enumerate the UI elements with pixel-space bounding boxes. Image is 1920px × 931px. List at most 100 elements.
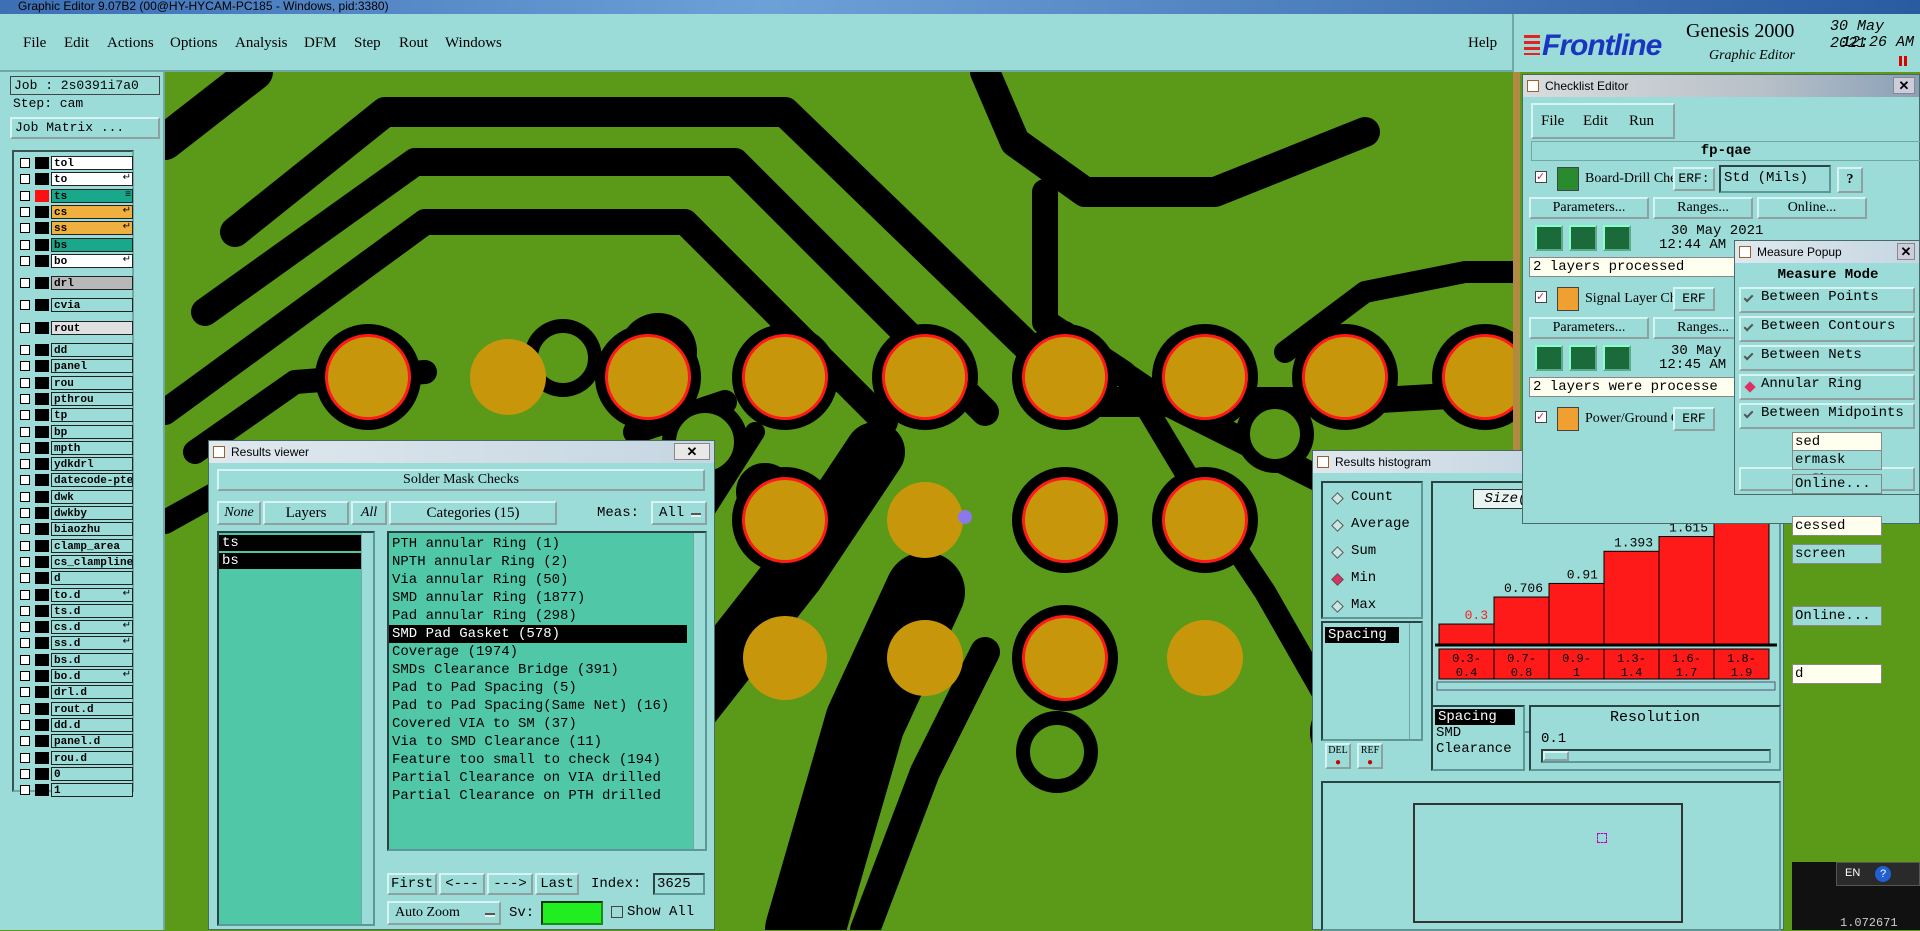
layer-color-swatch[interactable] bbox=[35, 238, 49, 251]
layer-name[interactable]: 0 bbox=[51, 766, 133, 781]
category-item[interactable]: Pad to Pad Spacing (5) bbox=[389, 679, 687, 697]
index-input[interactable]: 3625 bbox=[653, 873, 705, 895]
layer-row[interactable]: panel.d bbox=[16, 734, 134, 749]
layer-color-swatch[interactable] bbox=[35, 507, 49, 519]
layer-row[interactable]: 1 bbox=[16, 783, 134, 798]
item-checkbox[interactable]: ✓ bbox=[1535, 171, 1547, 183]
close-icon[interactable]: ✕ bbox=[674, 443, 710, 460]
layer-checkbox[interactable] bbox=[20, 605, 30, 616]
category-item[interactable]: Coverage (1974) bbox=[389, 643, 687, 661]
spacing-list[interactable]: Spacing bbox=[1321, 621, 1423, 741]
layer-color-swatch[interactable] bbox=[35, 173, 49, 186]
checklist-titlebar[interactable]: Checklist Editor ✕ bbox=[1523, 75, 1919, 97]
layer-checkbox[interactable] bbox=[20, 158, 30, 168]
category-select-list[interactable]: Spacing SMD Clearance bbox=[1431, 705, 1525, 771]
layer-name[interactable]: cs bbox=[51, 204, 133, 219]
scrollbar[interactable] bbox=[693, 533, 705, 849]
layer-row[interactable]: cs ↵ bbox=[16, 204, 134, 219]
mode-radio-count[interactable]: Count bbox=[1331, 489, 1421, 509]
layer-row[interactable]: drl.d bbox=[16, 685, 134, 700]
layer-checkbox[interactable] bbox=[20, 475, 30, 486]
category-item[interactable]: PTH annular Ring (1) bbox=[389, 535, 687, 553]
layer-name[interactable]: dd.d bbox=[51, 717, 133, 732]
layer-checkbox[interactable] bbox=[20, 459, 30, 470]
layer-row[interactable]: cs.d ↵ bbox=[16, 620, 134, 635]
layer-color-swatch[interactable] bbox=[35, 767, 49, 780]
run-icon[interactable] bbox=[1603, 345, 1631, 371]
menu-help[interactable]: Help bbox=[1468, 35, 1497, 52]
language-bar[interactable]: EN ? bbox=[1836, 862, 1920, 886]
layer-name[interactable]: ts.d bbox=[51, 603, 133, 618]
first-button[interactable]: First bbox=[387, 873, 437, 895]
run-icon[interactable] bbox=[1535, 225, 1563, 251]
layer-row[interactable]: ss ↵ bbox=[16, 221, 134, 236]
layer-name[interactable]: 1 bbox=[51, 783, 133, 798]
category-item[interactable]: Covered VIA to SM (37) bbox=[389, 715, 687, 733]
layer-row[interactable]: mpth bbox=[16, 440, 134, 455]
layer-name[interactable]: rou.d bbox=[51, 750, 133, 765]
layer-row[interactable]: to ↵ bbox=[16, 172, 134, 187]
list-item[interactable]: Spacing bbox=[1435, 709, 1515, 725]
show-all-checkbox[interactable] bbox=[611, 906, 623, 918]
layer-name[interactable]: bs bbox=[51, 237, 133, 252]
layer-checkbox[interactable] bbox=[20, 524, 30, 535]
layer-checkbox[interactable] bbox=[20, 573, 30, 584]
category-item[interactable]: SMD annular Ring (1877) bbox=[389, 589, 687, 607]
layer-name[interactable]: cs_clampline bbox=[51, 554, 133, 569]
layer-color-swatch[interactable] bbox=[35, 458, 49, 471]
layer-checkbox[interactable] bbox=[20, 654, 30, 665]
layer-checkbox[interactable] bbox=[20, 508, 30, 518]
layer-color-swatch[interactable] bbox=[35, 637, 49, 650]
layer-row[interactable]: rout.d bbox=[16, 701, 134, 716]
layer-name[interactable]: dd bbox=[51, 343, 133, 357]
layer-color-swatch[interactable] bbox=[35, 588, 49, 601]
layer-checkbox[interactable] bbox=[20, 540, 30, 551]
layer-name[interactable]: biaozhu bbox=[51, 522, 133, 537]
parameters-button[interactable]: Parameters... bbox=[1529, 197, 1649, 219]
layer-color-swatch[interactable] bbox=[35, 523, 49, 536]
layer-checkbox[interactable] bbox=[20, 426, 30, 437]
layer-checkbox[interactable] bbox=[20, 687, 30, 698]
category-item[interactable]: Partial Clearance on VIA drilled bbox=[389, 769, 687, 787]
layer-row[interactable]: ss.d ↵ bbox=[16, 636, 134, 651]
measure-option[interactable]: Between Contours bbox=[1739, 316, 1915, 342]
layer-name[interactable]: dwk bbox=[51, 489, 133, 504]
layer-row[interactable]: biaozhu bbox=[16, 522, 134, 537]
run-icon[interactable] bbox=[1535, 345, 1563, 371]
category-item[interactable]: SMD Pad Gasket (578) bbox=[389, 625, 687, 643]
run-icon[interactable] bbox=[1569, 345, 1597, 371]
layer-checkbox[interactable] bbox=[20, 361, 30, 372]
online-button[interactable]: Online... bbox=[1757, 197, 1867, 219]
layer-color-swatch[interactable] bbox=[35, 409, 49, 422]
category-item[interactable]: NPTH annular Ring (2) bbox=[389, 553, 687, 571]
layer-color-swatch[interactable] bbox=[35, 441, 49, 454]
menu-actions[interactable]: Actions bbox=[107, 35, 154, 52]
layer-color-swatch[interactable] bbox=[35, 344, 49, 356]
layer-row[interactable]: dwk bbox=[16, 489, 134, 504]
chart-hscrollbar[interactable] bbox=[1436, 681, 1776, 691]
menu-file[interactable]: File bbox=[23, 35, 46, 52]
layer-checkbox[interactable] bbox=[20, 736, 30, 747]
layer-row[interactable]: clamp_area bbox=[16, 538, 134, 553]
layer-color-swatch[interactable] bbox=[35, 360, 49, 373]
layer-row[interactable]: dd bbox=[16, 343, 134, 357]
layer-checkbox[interactable] bbox=[20, 638, 30, 649]
layer-row[interactable]: to.d ↵ bbox=[16, 587, 134, 602]
layer-color-swatch[interactable] bbox=[35, 670, 49, 682]
layer-row[interactable]: dd.d bbox=[16, 717, 134, 732]
layer-row[interactable]: ts ≡ bbox=[16, 188, 134, 203]
scrollbar[interactable] bbox=[1409, 623, 1421, 739]
layer-checkbox[interactable] bbox=[20, 239, 30, 250]
category-item[interactable]: Via annular Ring (50) bbox=[389, 571, 687, 589]
layer-name[interactable]: ts bbox=[51, 188, 133, 203]
layer-checkbox[interactable] bbox=[20, 491, 30, 502]
layer-name[interactable]: drl bbox=[51, 276, 133, 291]
close-icon[interactable]: ✕ bbox=[1897, 243, 1915, 260]
layer-name[interactable]: to bbox=[51, 172, 133, 187]
parameters-button[interactable]: Parameters... bbox=[1529, 317, 1649, 339]
layer-checkbox[interactable] bbox=[20, 345, 30, 355]
layer-name[interactable]: panel bbox=[51, 359, 133, 374]
layer-color-swatch[interactable] bbox=[35, 222, 49, 235]
measure-option[interactable]: Between Nets bbox=[1739, 345, 1915, 371]
layer-row[interactable]: tol bbox=[16, 156, 134, 170]
